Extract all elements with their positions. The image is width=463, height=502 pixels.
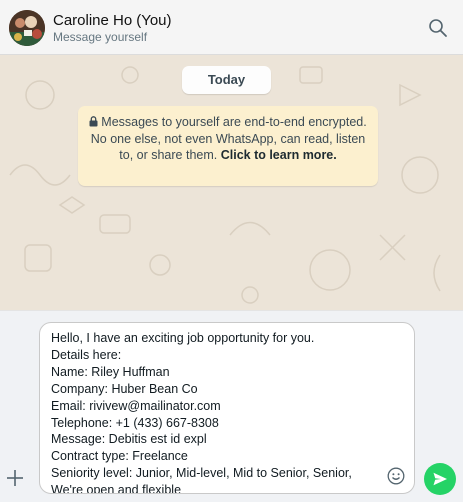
date-divider: Today [182,66,271,94]
avatar[interactable] [9,10,45,46]
contact-suffix: (You) [136,12,172,29]
chat-area: Today Messages to yourself are end-to-en… [0,55,463,310]
learn-more-link[interactable]: Click to learn more. [221,148,337,162]
contact-subtitle: Message yourself [53,30,148,44]
send-icon [433,472,447,486]
avatar-photo [9,10,45,46]
search-icon [429,19,447,37]
encryption-notice[interactable]: Messages to yourself are end-to-end encr… [78,106,378,186]
chat-header: Caroline Ho (You) Message yourself [0,0,463,55]
send-button[interactable] [424,463,456,495]
message-footer: Hello, I have an exciting job opportunit… [0,310,463,502]
lock-icon [89,115,98,131]
emoji-button[interactable] [387,467,405,485]
message-draft[interactable]: Hello, I have an exciting job opportunit… [51,330,391,493]
attach-button[interactable] [5,468,25,488]
search-button[interactable] [428,18,448,38]
plus-icon [7,470,23,486]
contact-name: Caroline Ho [53,12,133,29]
message-input[interactable]: Hello, I have an exciting job opportunit… [39,322,415,494]
emoji-icon [387,467,405,485]
contact-name-line[interactable]: Caroline Ho (You) [53,12,176,29]
